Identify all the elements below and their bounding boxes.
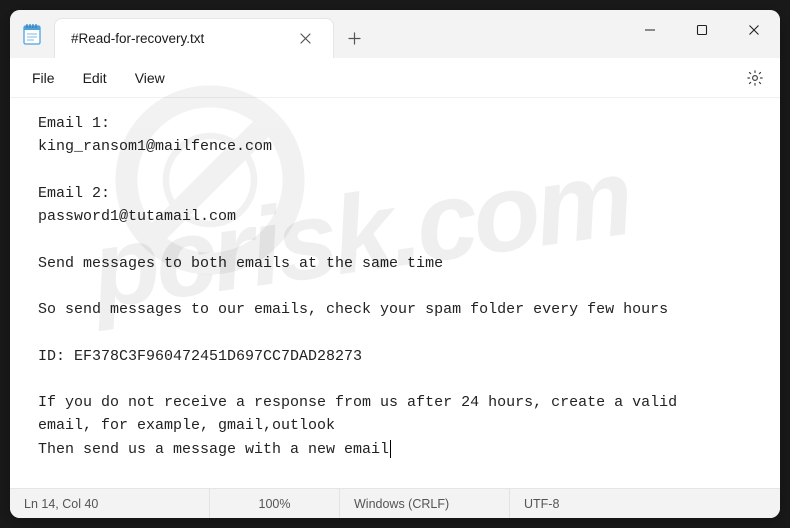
statusbar: Ln 14, Col 40 100% Windows (CRLF) UTF-8 <box>10 488 780 518</box>
text-line: email, for example, gmail,outlook <box>38 414 762 437</box>
close-window-button[interactable] <box>728 10 780 50</box>
text-line: password1@tutamail.com <box>38 205 762 228</box>
maximize-icon <box>696 24 708 36</box>
maximize-button[interactable] <box>676 10 728 50</box>
text-editor[interactable]: Email 1:king_ransom1@mailfence.com Email… <box>10 98 780 488</box>
text-line: If you do not receive a response from us… <box>38 391 762 414</box>
menu-view[interactable]: View <box>121 64 179 92</box>
minimize-button[interactable] <box>624 10 676 50</box>
status-encoding[interactable]: UTF-8 <box>510 489 780 518</box>
text-line <box>38 368 762 391</box>
text-line: So send messages to our emails, check yo… <box>38 298 762 321</box>
new-tab-button[interactable] <box>334 18 374 58</box>
text-line: Then send us a message with a new email <box>38 438 762 461</box>
status-zoom[interactable]: 100% <box>210 489 340 518</box>
text-line <box>38 321 762 344</box>
tab-title: #Read-for-recovery.txt <box>71 31 281 46</box>
text-caret <box>390 440 391 458</box>
minimize-icon <box>644 24 656 36</box>
close-icon <box>748 24 760 36</box>
text-line: Email 1: <box>38 112 762 135</box>
menubar: File Edit View <box>10 58 780 98</box>
plus-icon <box>348 32 361 45</box>
titlebar: #Read-for-recovery.txt <box>10 10 780 58</box>
close-icon <box>300 33 311 44</box>
menu-edit[interactable]: Edit <box>69 64 121 92</box>
text-line: king_ransom1@mailfence.com <box>38 135 762 158</box>
tab-close-button[interactable] <box>291 25 319 53</box>
gear-icon <box>746 69 764 87</box>
text-line <box>38 159 762 182</box>
menu-file[interactable]: File <box>18 64 69 92</box>
text-line: Email 2: <box>38 182 762 205</box>
status-eol[interactable]: Windows (CRLF) <box>340 489 510 518</box>
text-line: Send messages to both emails at the same… <box>38 252 762 275</box>
text-line <box>38 275 762 298</box>
notepad-window: #Read-for-recovery.txt File Edit View <box>10 10 780 518</box>
settings-button[interactable] <box>738 61 772 95</box>
notepad-icon <box>23 23 41 45</box>
text-line: ID: EF378C3F960472451D697CC7DAD28273 <box>38 345 762 368</box>
window-controls <box>624 10 780 50</box>
text-line <box>38 228 762 251</box>
status-cursor[interactable]: Ln 14, Col 40 <box>10 489 210 518</box>
app-icon-wrap <box>10 10 54 58</box>
file-tab[interactable]: #Read-for-recovery.txt <box>54 18 334 58</box>
